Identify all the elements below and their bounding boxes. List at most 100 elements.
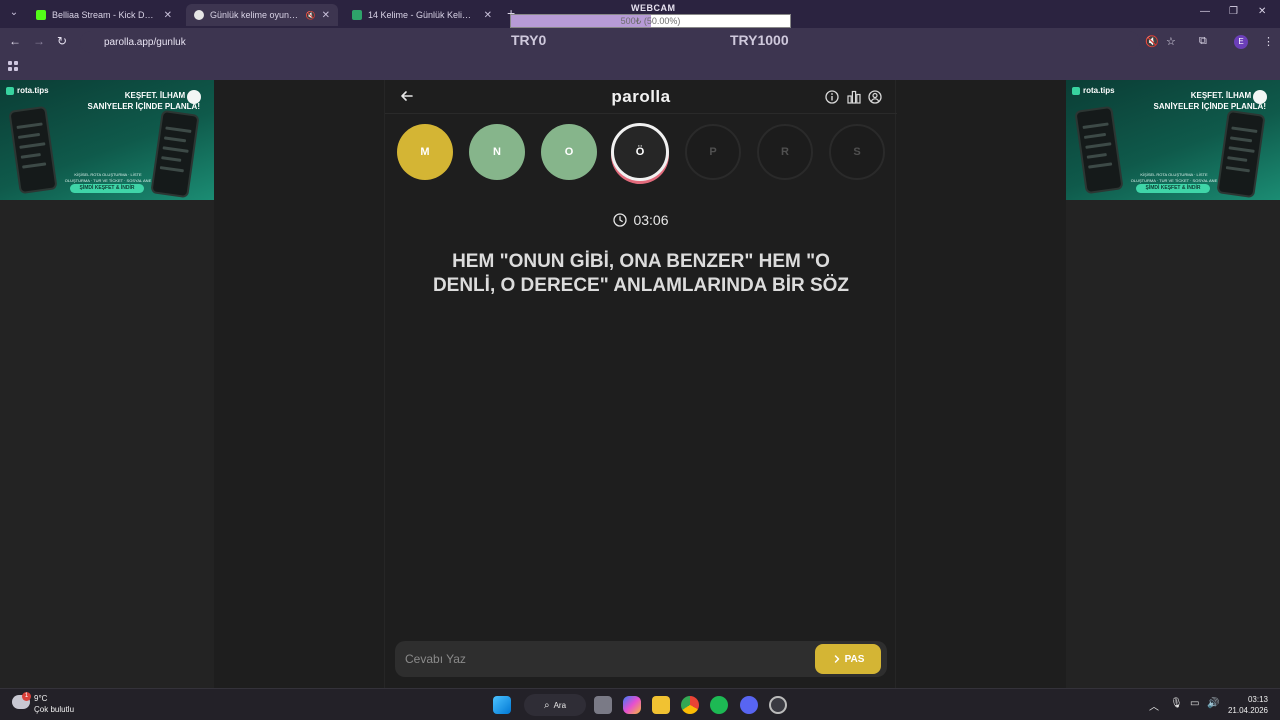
tab-close-icon[interactable]: ✕ xyxy=(164,10,172,21)
letter-circle-n: N xyxy=(469,124,525,180)
reload-icon[interactable]: ↻ xyxy=(57,34,67,48)
close-window-icon[interactable]: ✕ xyxy=(1258,6,1266,17)
goal-progress-text: 500₺ (50.00%) xyxy=(620,16,681,26)
user-account-icon[interactable] xyxy=(868,90,882,104)
pass-button[interactable]: PAS xyxy=(815,644,881,674)
goal-max-label: TRY1000 xyxy=(730,32,789,48)
ad-brand-text: rota.tips xyxy=(17,86,49,95)
letter-circle-s: S xyxy=(829,124,885,180)
right-ad-column: rota.tips KEŞFET. İLHAM AL. SANİYELER İÇİ… xyxy=(1066,80,1280,688)
rota-logo-icon xyxy=(6,86,14,95)
bookmark-star-icon[interactable]: ☆ xyxy=(1166,35,1176,48)
game-logo: parolla xyxy=(611,87,671,106)
browser-toolbar: ← → ↻ xyxy=(0,28,1280,75)
phone-mockup-icon xyxy=(1074,105,1124,195)
network-icon[interactable]: ▭ xyxy=(1190,698,1199,709)
back-arrow-icon[interactable] xyxy=(399,88,415,104)
clock-icon xyxy=(613,213,628,227)
volume-icon[interactable]: 🔊 xyxy=(1207,698,1219,709)
goal-min-label: TRY0 xyxy=(511,32,547,48)
tab-muted-icon[interactable]: 🔇 xyxy=(306,11,316,20)
tab-close-icon[interactable]: ✕ xyxy=(322,10,330,21)
tab-title: Belliaa Stream - Kick Dashboard xyxy=(52,10,158,20)
extensions-icon[interactable]: ⧉ xyxy=(1199,35,1207,48)
tab-close-icon[interactable]: ✕ xyxy=(484,10,492,21)
ad-body-text: KİŞİSEL ROTA OLUŞTURMA · LİSTE OLUŞTURMA… xyxy=(64,172,152,183)
page-content: rota.tips KEŞFET. İLHAM AL. SANİYELER İÇİ… xyxy=(0,80,1280,688)
letter-circle-current: Ö xyxy=(611,123,669,181)
taskbar-search[interactable]: ⌕ Ara xyxy=(524,694,586,716)
bookmarks-bar xyxy=(0,56,1280,80)
microphone-icon[interactable]: 🎙 xyxy=(1170,698,1183,709)
chrome-icon[interactable] xyxy=(681,696,699,714)
left-ad-banner[interactable]: rota.tips KEŞFET. İLHAM AL. SANİYELER İÇİ… xyxy=(0,80,214,200)
tab-audio-muted-icon[interactable]: 🔇 xyxy=(1145,35,1159,48)
letter-char: N xyxy=(493,146,501,158)
obs-icon[interactable] xyxy=(769,696,787,714)
letter-char: M xyxy=(420,146,430,158)
ad-cta-button[interactable]: ŞİMDİ KEŞFET & İNDİR xyxy=(70,184,144,193)
windows-start-icon[interactable] xyxy=(493,696,511,714)
browser-menu-icon[interactable]: ⋮ xyxy=(1263,35,1274,48)
forward-arrow-icon[interactable]: → xyxy=(33,34,45,48)
restore-icon[interactable]: ❐ xyxy=(1229,6,1238,17)
stats-chart-icon[interactable] xyxy=(847,90,861,104)
url-text[interactable]: parolla.app/gunluk xyxy=(104,37,186,48)
kick-favicon-icon xyxy=(36,10,46,20)
letter-char: P xyxy=(709,146,717,158)
right-ad-banner[interactable]: rota.tips KEŞFET. İLHAM AL. SANİYELER İÇİ… xyxy=(1066,80,1280,200)
14-kelime-favicon-icon xyxy=(352,10,362,20)
ad-dot-icon xyxy=(1253,90,1267,104)
phone-mockup-icon xyxy=(8,105,58,195)
letter-circle-p: P xyxy=(685,124,741,180)
question-text: HEM "ONUN GİBİ, ONA BENZER" HEM "O DENLİ… xyxy=(432,251,850,296)
tab-search-chevron-icon[interactable]: ⌄ xyxy=(6,5,22,21)
search-icon: ⌕ xyxy=(543,699,550,711)
discord-icon[interactable] xyxy=(740,696,758,714)
info-icon[interactable] xyxy=(825,90,839,104)
letter-track: M N O Ö P R S xyxy=(397,123,885,184)
file-explorer-icon[interactable] xyxy=(652,696,670,714)
weather-alert-badge: 1 xyxy=(22,692,31,701)
address-bar[interactable] xyxy=(80,31,1140,53)
answer-bar: PAS xyxy=(395,641,887,677)
ad-headline: KEŞFET. İLHAM AL. SANİYELER İÇİNDE PLANLA… xyxy=(82,90,200,112)
phone-mockup-icon xyxy=(1216,109,1266,199)
phone-mockup-icon xyxy=(150,109,200,199)
ad-headline-line1: KEŞFET. İLHAM AL. xyxy=(1190,91,1266,100)
tab-parolla[interactable]: Günlük kelime oyunu - parolla 🔇 ✕ xyxy=(186,4,338,26)
letter-char: O xyxy=(564,146,574,158)
back-arrow-icon[interactable]: ← xyxy=(9,34,21,48)
copilot-icon[interactable] xyxy=(623,696,641,714)
weather-temperature[interactable]: 9°C xyxy=(34,694,47,703)
tab-title: 14 Kelime - Günlük Kelime Bulmaca xyxy=(368,10,478,20)
webcam-goal-label: WEBCAM xyxy=(631,3,676,13)
minimize-icon[interactable]: — xyxy=(1200,6,1210,17)
clock-date[interactable]: 21.04.2026 xyxy=(1226,706,1268,715)
tab-14-kelime[interactable]: 14 Kelime - Günlük Kelime Bulmaca ✕ xyxy=(344,4,500,26)
answer-input[interactable] xyxy=(405,649,805,669)
ad-cta-button[interactable]: ŞİMDİ KEŞFET & İNDİR xyxy=(1136,184,1210,193)
game-panel: parolla M N O Ö P R S 03:06 HEM "ONUN Gİ… xyxy=(384,80,897,688)
weather-description[interactable]: Çok bulutlu xyxy=(34,705,74,714)
tray-overflow-chevron-icon[interactable]: ︿ xyxy=(1149,698,1159,713)
letter-char: Ö xyxy=(635,146,645,158)
tab-title: Günlük kelime oyunu - parolla xyxy=(210,10,303,20)
search-label: Ara xyxy=(553,700,567,710)
apps-grid-icon[interactable] xyxy=(8,61,18,71)
letter-char: S xyxy=(853,146,861,158)
tab-kick-dashboard[interactable]: Belliaa Stream - Kick Dashboard ✕ xyxy=(28,4,180,26)
profile-avatar[interactable]: E xyxy=(1234,35,1248,49)
letter-char: R xyxy=(781,146,789,158)
ad-body-text: KİŞİSEL ROTA OLUŞTURMA · LİSTE OLUŞTURMA… xyxy=(1130,172,1218,183)
ad-headline-line1: KEŞFET. İLHAM AL. xyxy=(124,91,200,100)
letter-circle-m: M xyxy=(397,124,453,180)
ad-brand: rota.tips xyxy=(6,86,49,95)
letter-circle-r: R xyxy=(757,124,813,180)
task-view-icon[interactable] xyxy=(594,696,612,714)
pass-button-label: PAS xyxy=(844,653,865,665)
goal-progress-bar: 500₺ (50.00%) xyxy=(510,14,791,28)
spotify-icon[interactable] xyxy=(710,696,728,714)
clock-time[interactable]: 03:13 xyxy=(1244,695,1268,704)
rota-logo-icon xyxy=(1072,86,1080,95)
